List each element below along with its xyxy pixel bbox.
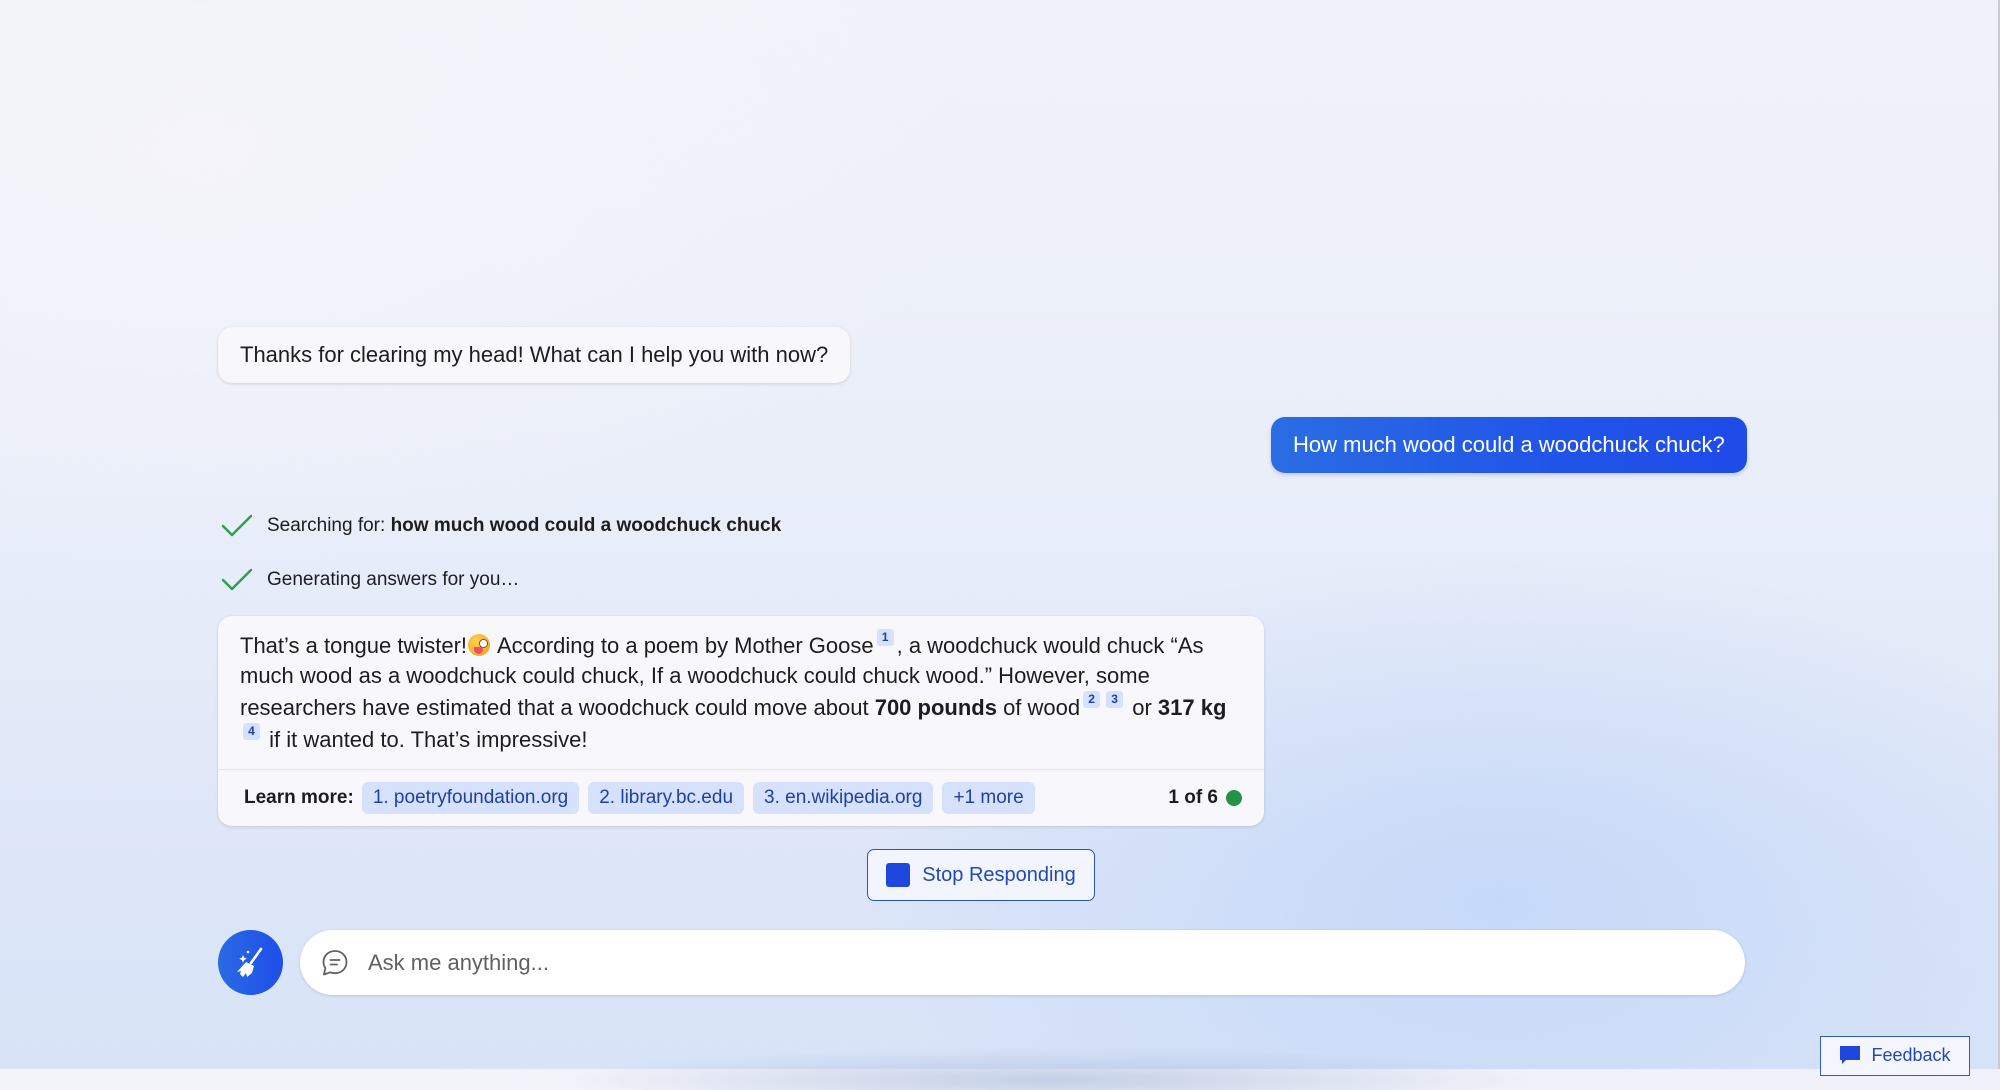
winking-tongue-emoji-icon [468, 634, 491, 656]
chat-input-box[interactable] [300, 930, 1745, 995]
source-chip-3[interactable]: 3. en.wikipedia.org [753, 782, 934, 814]
citation-3[interactable]: 3 [1106, 691, 1124, 708]
check-icon [221, 514, 253, 537]
answer-bold: 317 kg [1157, 695, 1227, 720]
answer-segment: if it wanted to. That’s impressive! [263, 727, 588, 752]
answer-segment: or [1126, 695, 1158, 720]
turn-counter: 1 of 6 [1168, 787, 1218, 808]
status-searching: Searching for: how much wood could a woo… [220, 511, 781, 541]
stop-responding-button[interactable]: Stop Responding [867, 849, 1095, 901]
feedback-speech-icon [1840, 1046, 1861, 1064]
bot-message-bubble: Thanks for clearing my head! What can I … [218, 327, 851, 383]
citation-1[interactable]: 1 [876, 629, 894, 646]
check-icon [221, 568, 253, 591]
status-prefix: Searching for: [267, 515, 391, 536]
answer-segment: According to a poem by Mother Goose [492, 633, 874, 658]
learn-more-row: Learn more: 1. poetryfoundation.org 2. l… [218, 770, 1264, 826]
stop-icon [886, 863, 911, 887]
status-text: Generating answers for you… [267, 569, 520, 590]
feedback-button[interactable]: Feedback [1820, 1036, 1970, 1076]
answer-bold: 700 pounds [874, 695, 997, 720]
stop-responding-label: Stop Responding [922, 863, 1076, 886]
answer-segment: That’s a tongue twister! [240, 633, 468, 658]
chat-bubble-icon [322, 949, 348, 975]
source-chip-1[interactable]: 1. poetryfoundation.org [361, 782, 580, 814]
broom-icon [236, 947, 262, 977]
ask-input[interactable] [366, 948, 1745, 977]
search-query: how much wood could a woodchuck chuck [390, 515, 782, 536]
citation-2[interactable]: 2 [1083, 691, 1101, 708]
more-sources-chip[interactable]: +1 more [942, 782, 1035, 814]
status-generating: Generating answers for you… [220, 565, 519, 595]
new-topic-button[interactable] [218, 930, 283, 995]
learn-more-label: Learn more: [244, 787, 354, 808]
answer-segment: of wood [996, 695, 1081, 720]
answer-text: That’s a tongue twister! According to a … [218, 616, 1264, 769]
source-chip-2[interactable]: 2. library.bc.edu [588, 782, 745, 814]
bottom-shadow [440, 1030, 1660, 1090]
turn-status-dot-icon [1226, 790, 1242, 806]
user-message-bubble: How much wood could a woodchuck chuck? [1271, 417, 1747, 473]
citation-4[interactable]: 4 [243, 723, 260, 740]
feedback-label: Feedback [1871, 1045, 1951, 1065]
answer-card: That’s a tongue twister! According to a … [218, 616, 1264, 826]
